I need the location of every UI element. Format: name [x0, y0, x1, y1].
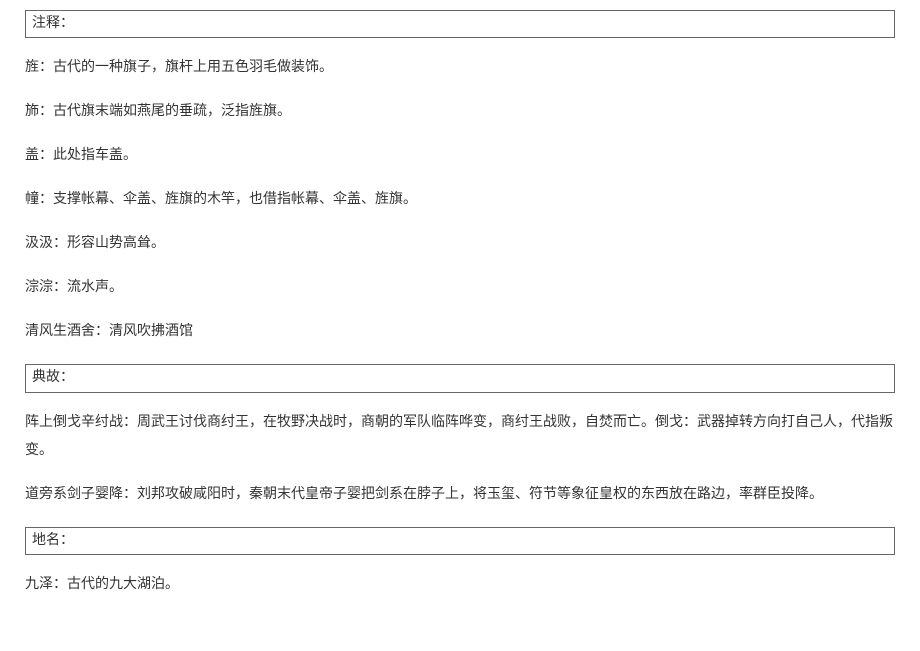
entry-item: 九泽：古代的九大湖泊。 — [25, 571, 895, 599]
document-content: 注释： 旌：古代的一种旗子，旗杆上用五色羽毛做装饰。 斾：古代旗末端如燕尾的垂疏… — [25, 10, 895, 599]
entry-item: 阵上倒戈辛纣战：周武王讨伐商纣王，在牧野决战时，商朝的军队临阵哗变，商纣王战败，… — [25, 409, 895, 465]
section-title: 地名： — [32, 533, 74, 548]
section-header-placenames: 地名： — [25, 527, 895, 555]
entry-item: 道旁系剑子婴降：刘邦攻破咸阳时，秦朝末代皇帝子婴把剑系在脖子上，将玉玺、符节等象… — [25, 481, 895, 509]
section-header-allusions: 典故： — [25, 364, 895, 392]
entry-item: 清风生酒舍：清风吹拂酒馆 — [25, 318, 895, 346]
section-title: 注释： — [32, 16, 74, 31]
entry-item: 盖：此处指车盖。 — [25, 142, 895, 170]
entry-item: 斾：古代旗末端如燕尾的垂疏，泛指旌旗。 — [25, 98, 895, 126]
entry-item: 幢：支撑帐幕、伞盖、旌旗的木竿，也借指帐幕、伞盖、旌旗。 — [25, 186, 895, 214]
section-title: 典故： — [32, 370, 74, 385]
entry-item: 旌：古代的一种旗子，旗杆上用五色羽毛做装饰。 — [25, 54, 895, 82]
section-header-annotations: 注释： — [25, 10, 895, 38]
entry-item: 汲汲：形容山势高耸。 — [25, 230, 895, 258]
entry-item: 淙淙：流水声。 — [25, 274, 895, 302]
